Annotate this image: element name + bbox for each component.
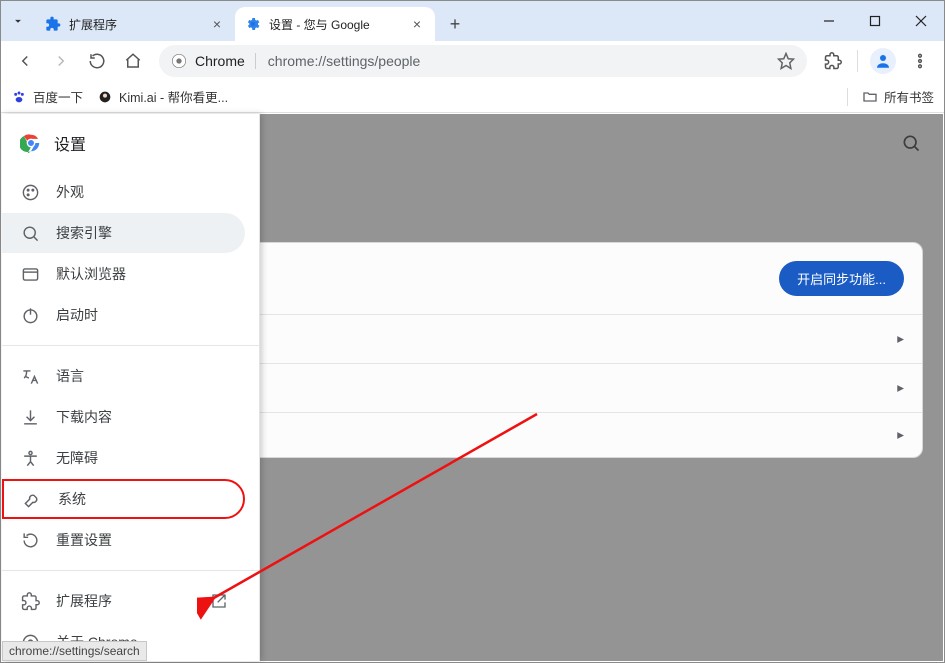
sidebar-item-label: 系统 [58, 489, 86, 509]
omnibox-url: chrome://settings/people [268, 53, 769, 69]
download-icon [20, 407, 40, 427]
sidebar-item-language[interactable]: 语言 [2, 356, 245, 396]
tab-strip: 扩展程序 × 设置 - 您与 Google × + [35, 1, 806, 41]
bookmark-label: Kimi.ai - 帮你看更... [119, 87, 228, 106]
extensions-button[interactable] [817, 45, 849, 77]
new-tab-button[interactable]: + [441, 10, 469, 38]
tab-label: 设置 - 您与 Google [269, 16, 403, 33]
browser-toolbar: Chrome chrome://settings/people [1, 41, 944, 81]
chevron-right-icon: ▸ [897, 331, 904, 347]
palette-icon [20, 182, 40, 202]
all-bookmarks-label: 所有书签 [884, 87, 934, 106]
settings-sidebar: 设置 外观 搜索引擎 默认浏览器 启动时 语言 [2, 114, 260, 661]
maximize-button[interactable] [852, 1, 898, 41]
sidebar-item-accessibility[interactable]: 无障碍 [2, 438, 245, 478]
window-controls [806, 1, 944, 41]
sidebar-item-reset[interactable]: 重置设置 [2, 520, 245, 560]
wrench-icon [22, 489, 42, 509]
chevron-right-icon: ▸ [897, 427, 904, 443]
page-content: Google 的智能技术 同步并个性化设置 Chrome 开启同步功能... 服… [2, 114, 943, 661]
sidebar-separator [2, 345, 259, 346]
bookmark-star-icon[interactable] [777, 52, 795, 70]
puzzle-icon [20, 591, 40, 611]
open-in-new-icon [211, 593, 227, 609]
tab-extensions[interactable]: 扩展程序 × [35, 7, 235, 41]
close-icon[interactable]: × [409, 16, 425, 32]
bookmarks-bar: 百度一下 Kimi.ai - 帮你看更... 所有书签 [1, 81, 944, 113]
sidebar-item-label: 外观 [56, 182, 84, 202]
gear-icon [245, 16, 261, 32]
sidebar-item-label: 无障碍 [56, 448, 98, 468]
paw-icon [11, 89, 27, 105]
omnibox-chip: Chrome [195, 53, 256, 69]
sidebar-item-extensions[interactable]: 扩展程序 [2, 581, 245, 621]
sidebar-item-appearance[interactable]: 外观 [2, 172, 245, 212]
close-icon[interactable]: × [209, 16, 225, 32]
settings-title: 设置 [54, 131, 86, 155]
sidebar-scroll[interactable]: 外观 搜索引擎 默认浏览器 启动时 语言 下载内容 [2, 172, 259, 661]
chrome-logo-icon [20, 132, 42, 154]
tab-settings[interactable]: 设置 - 您与 Google × [235, 7, 435, 41]
sidebar-item-label: 默认浏览器 [56, 264, 126, 284]
bookmark-baidu[interactable]: 百度一下 [11, 87, 83, 106]
status-bar: chrome://settings/search [2, 641, 147, 661]
all-bookmarks-button[interactable]: 所有书签 [862, 87, 934, 106]
sidebar-item-label: 语言 [56, 366, 84, 386]
sidebar-item-default-browser[interactable]: 默认浏览器 [2, 254, 245, 294]
tab-label: 扩展程序 [69, 16, 203, 33]
reload-button[interactable] [81, 45, 113, 77]
sidebar-item-label: 搜索引擎 [56, 223, 112, 243]
back-button[interactable] [9, 45, 41, 77]
accessibility-icon [20, 448, 40, 468]
sidebar-item-onstartup[interactable]: 启动时 [2, 295, 245, 335]
sidebar-separator [2, 570, 259, 571]
bookmarks-divider [847, 88, 848, 106]
sidebar-header: 设置 [2, 114, 259, 172]
power-icon [20, 305, 40, 325]
folder-icon [862, 89, 878, 105]
reset-icon [20, 530, 40, 550]
window-titlebar: 扩展程序 × 设置 - 您与 Google × + [1, 1, 944, 41]
translate-icon [20, 366, 40, 386]
bookmark-label: 百度一下 [33, 87, 83, 106]
forward-button[interactable] [45, 45, 77, 77]
menu-button[interactable] [904, 45, 936, 77]
search-icon [20, 223, 40, 243]
sidebar-item-label: 重置设置 [56, 530, 112, 550]
close-button[interactable] [898, 1, 944, 41]
sidebar-item-label: 下载内容 [56, 407, 112, 427]
sidebar-item-label: 扩展程序 [56, 591, 112, 611]
chrome-icon [171, 53, 187, 69]
profile-button[interactable] [870, 48, 896, 74]
sidebar-item-search[interactable]: 搜索引擎 [2, 213, 245, 253]
sidebar-item-system[interactable]: 系统 [2, 479, 245, 519]
sidebar-item-label: 启动时 [56, 305, 98, 325]
turn-on-sync-button[interactable]: 开启同步功能... [779, 261, 904, 296]
sidebar-item-downloads[interactable]: 下载内容 [2, 397, 245, 437]
address-bar[interactable]: Chrome chrome://settings/people [159, 45, 807, 77]
avatar-icon [97, 89, 113, 105]
toolbar-divider [857, 50, 858, 72]
browser-icon [20, 264, 40, 284]
puzzle-icon [45, 16, 61, 32]
minimize-button[interactable] [806, 1, 852, 41]
chevron-right-icon: ▸ [897, 380, 904, 396]
bookmark-kimi[interactable]: Kimi.ai - 帮你看更... [97, 87, 228, 106]
home-button[interactable] [117, 45, 149, 77]
tab-search-button[interactable] [1, 1, 35, 41]
search-icon[interactable] [901, 133, 921, 153]
